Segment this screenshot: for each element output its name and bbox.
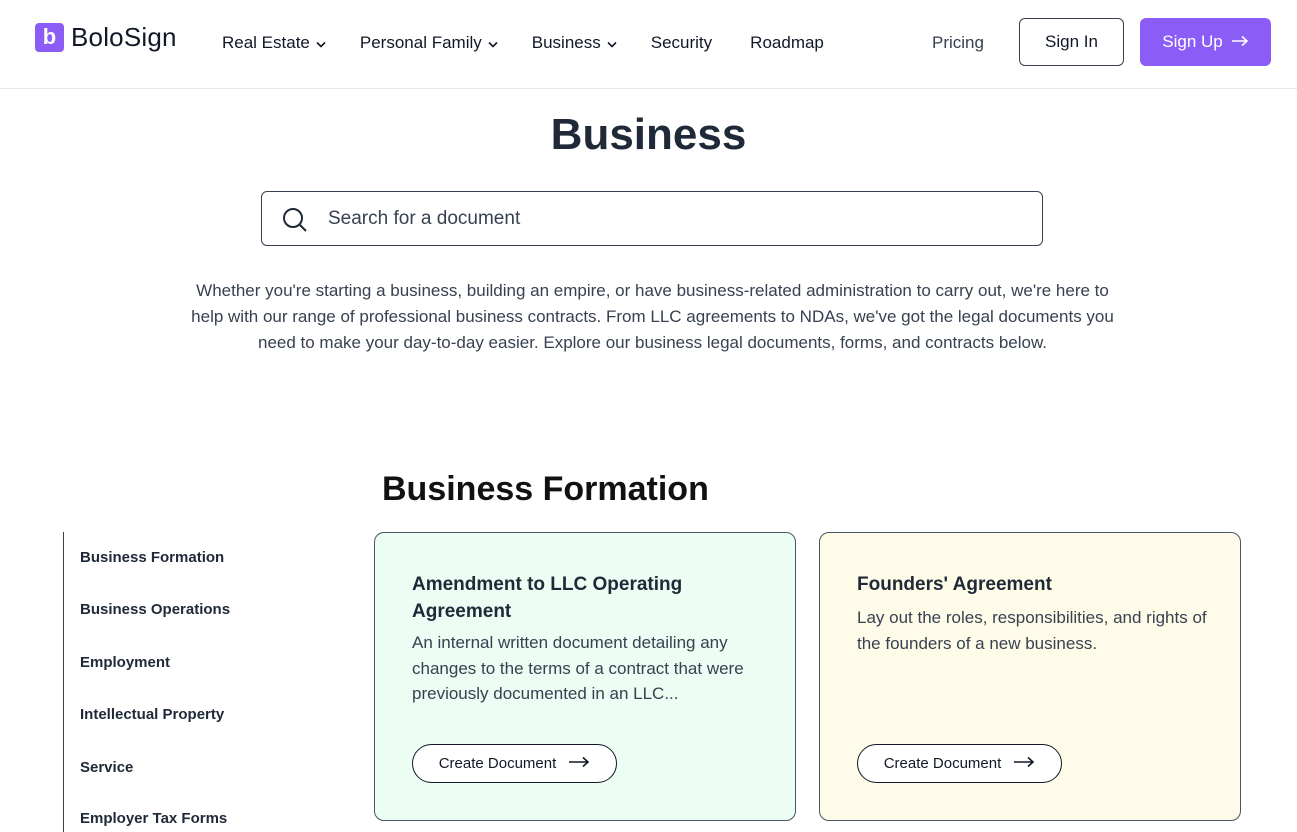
search-input[interactable]: [328, 192, 1028, 245]
arrow-right-icon: [1231, 32, 1249, 52]
nav-item-label: Security: [650, 33, 713, 52]
sidebar-item-business-formation[interactable]: Business Formation: [80, 549, 224, 566]
main-nav: Real Estate Personal Family Business Sec…: [222, 33, 824, 53]
document-card: Founders' Agreement Lay out the roles, r…: [819, 532, 1241, 821]
nav-item-personal-family[interactable]: Personal Family: [360, 33, 498, 53]
card-title[interactable]: Amendment to LLC Operating Agreement: [412, 571, 762, 625]
search-box: [261, 191, 1043, 246]
sign-up-label: Sign Up: [1162, 32, 1223, 51]
intro-text: Whether you're starting a business, buil…: [191, 281, 1114, 352]
create-document-button[interactable]: Create Document: [412, 744, 617, 783]
card-description: Lay out the roles, responsibilities, and…: [857, 608, 1207, 653]
nav-item-label: Business: [531, 33, 601, 52]
nav-item-business[interactable]: Business: [532, 33, 617, 53]
sidebar-item-service[interactable]: Service: [80, 759, 133, 776]
logo-icon: b: [35, 23, 64, 52]
sign-up-button[interactable]: Sign Up: [1140, 18, 1271, 66]
nav-item-label: Roadmap: [750, 33, 824, 52]
section-title: Business Formation: [382, 470, 709, 508]
sidebar-item-employer-tax-forms[interactable]: Employer Tax Forms: [80, 810, 227, 827]
chevron-down-icon: [488, 33, 498, 53]
nav-item-real-estate[interactable]: Real Estate: [222, 33, 326, 53]
sidebar-item-business-operations[interactable]: Business Operations: [80, 601, 230, 618]
arrow-right-icon: [568, 755, 590, 772]
logo[interactable]: b BoloSign: [35, 22, 177, 53]
site-header: b BoloSign Real Estate Personal Family B…: [0, 0, 1297, 89]
sign-in-button[interactable]: Sign In: [1019, 18, 1124, 66]
sign-in-label: Sign In: [1045, 32, 1098, 51]
button-label: Create Document: [438, 755, 557, 772]
button-label: Create Document: [883, 755, 1002, 772]
pricing-link[interactable]: Pricing: [932, 33, 984, 53]
card-title[interactable]: Founders' Agreement: [857, 571, 1207, 598]
document-card: Amendment to LLC Operating Agreement An …: [374, 532, 796, 821]
page-title: Business: [550, 110, 747, 159]
category-sidebar: Business Formation Business Operations E…: [63, 532, 294, 832]
sidebar-item-intellectual-property[interactable]: Intellectual Property: [80, 706, 224, 723]
nav-item-label: Real Estate: [222, 33, 310, 52]
nav-item-security[interactable]: Security: [651, 33, 712, 53]
chevron-down-icon: [316, 33, 326, 53]
nav-item-roadmap[interactable]: Roadmap: [750, 33, 824, 53]
sidebar-item-employment[interactable]: Employment: [80, 654, 170, 671]
chevron-down-icon: [607, 33, 617, 53]
arrow-right-icon: [1013, 755, 1035, 772]
card-description: An internal written document detailing a…: [412, 633, 744, 703]
nav-item-label: Personal Family: [359, 33, 482, 52]
logo-text: BoloSign: [71, 22, 177, 52]
create-document-button[interactable]: Create Document: [857, 744, 1062, 783]
search-icon[interactable]: [282, 207, 308, 238]
